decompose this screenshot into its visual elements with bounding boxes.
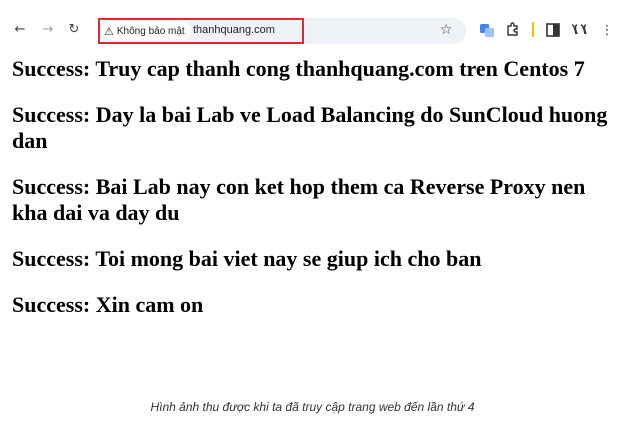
browser-toolbar: ← → ↻ ⚠ Không bảo mật thanhquang.com ☆ ⋮ xyxy=(0,0,625,56)
arrow-right-icon: → xyxy=(42,21,54,37)
success-line-1: Success: Truy cap thanh cong thanhquang.… xyxy=(12,56,585,81)
side-panel-icon[interactable] xyxy=(544,21,562,39)
back-button[interactable]: ← xyxy=(10,19,30,39)
arrow-left-icon: ← xyxy=(14,21,26,37)
success-line-2: Success: Day la bai Lab ve Load Balancin… xyxy=(12,102,608,153)
toolbar-divider xyxy=(532,22,534,37)
reload-button[interactable]: ↻ xyxy=(64,19,84,39)
translate-icon[interactable] xyxy=(478,21,496,39)
menu-icon[interactable]: ⋮ xyxy=(598,21,616,39)
reload-icon: ↻ xyxy=(68,21,80,37)
figure-caption: Hình ảnh thu được khi ta đã truy cập tra… xyxy=(150,400,475,414)
success-line-4: Success: Toi mong bai viet nay se giup i… xyxy=(12,246,482,271)
profile-icon[interactable] xyxy=(570,21,588,39)
bookmark-star-icon[interactable]: ☆ xyxy=(440,22,453,38)
page-content: Success: Truy cap thanh cong thanhquang.… xyxy=(12,56,612,338)
success-line-5: Success: Xin cam on xyxy=(12,292,204,317)
forward-button[interactable]: → xyxy=(38,19,58,39)
success-line-3: Success: Bai Lab nay con ket hop them ca… xyxy=(12,174,586,225)
extensions-icon[interactable] xyxy=(504,21,522,39)
annotation-highlight-box xyxy=(98,18,304,44)
